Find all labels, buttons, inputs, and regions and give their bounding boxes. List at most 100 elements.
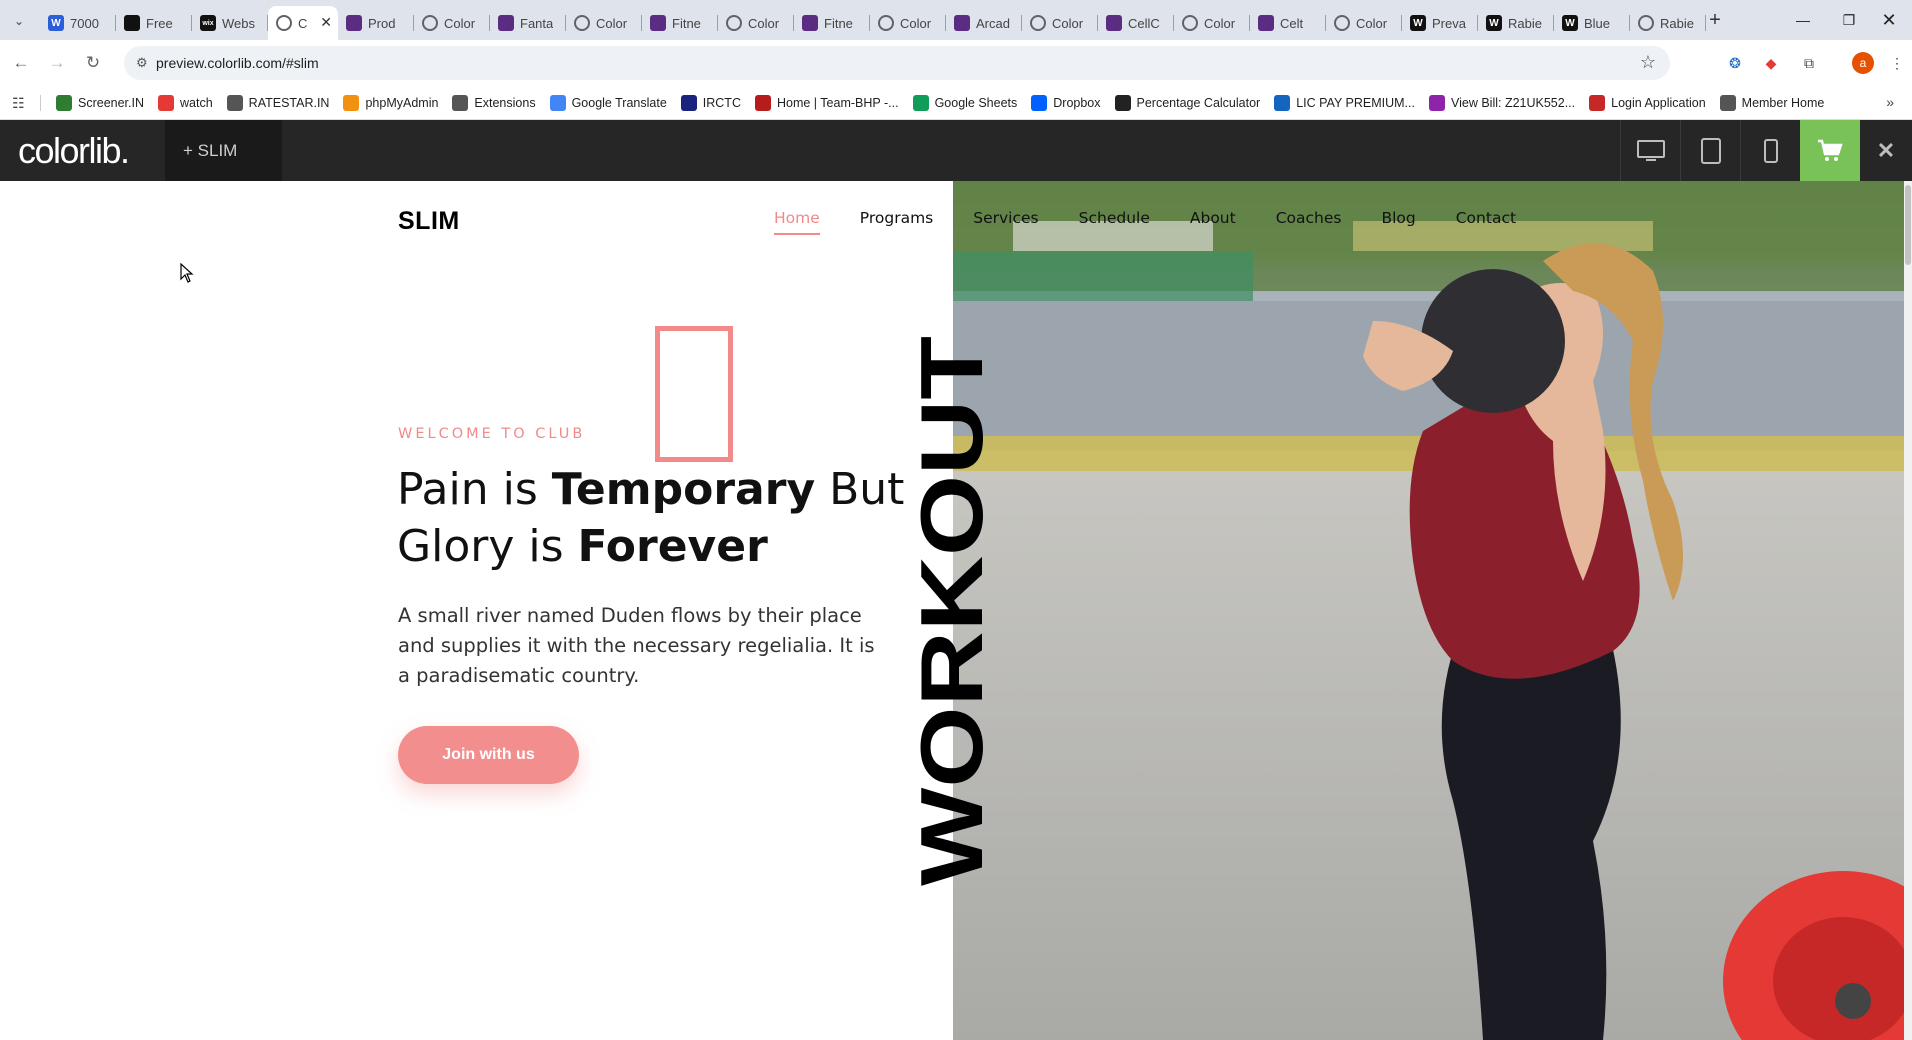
bookmark-star-icon[interactable]: ☆ — [1640, 52, 1656, 73]
address-bar[interactable]: ⚙ preview.colorlib.com/#slim ☆ — [124, 46, 1670, 80]
browser-tab[interactable]: Fitne — [642, 6, 718, 40]
new-tab-button[interactable]: + — [1703, 8, 1727, 32]
cart-icon[interactable] — [1800, 120, 1860, 181]
brave-shield-icon[interactable]: ◆ — [1760, 52, 1782, 74]
browser-tab[interactable]: Color — [1022, 6, 1098, 40]
browser-tab[interactable]: Fitne — [794, 6, 870, 40]
theme-selector[interactable]: + SLIM — [165, 120, 282, 181]
lic-icon — [1274, 95, 1291, 111]
nav-item-home[interactable]: Home — [774, 209, 820, 235]
bookmark-item[interactable]: Google Sheets — [912, 95, 1018, 111]
site-brand[interactable]: SLIM — [398, 207, 460, 236]
bookmark-item[interactable]: View Bill: Z21UK552... — [1428, 95, 1575, 111]
bookmark-item[interactable]: watch — [158, 95, 213, 111]
browser-tab[interactable]: Color — [1326, 6, 1402, 40]
tab-title: Celt — [1280, 15, 1304, 31]
close-preview-icon[interactable]: ✕ — [1860, 120, 1912, 181]
tab-search-button[interactable]: ⌄ — [8, 10, 30, 32]
minimize-button[interactable]: — — [1780, 0, 1826, 40]
tab-title: Preva — [1432, 15, 1466, 31]
browser-tab[interactable]: Arcad — [946, 6, 1022, 40]
bookmark-item[interactable]: IRCTC — [680, 95, 741, 111]
bill-icon — [1428, 95, 1445, 111]
headline-part-1: Pain is — [397, 464, 552, 515]
bookmark-label: Extensions — [474, 96, 536, 110]
nav-item-contact[interactable]: Contact — [1456, 209, 1516, 235]
mobile-view-icon[interactable] — [1740, 120, 1800, 181]
bookmark-item[interactable]: Dropbox — [1031, 95, 1101, 111]
browser-tab[interactable]: W 7000 — [40, 6, 116, 40]
tab-title: Color — [748, 15, 780, 31]
nav-item-programs[interactable]: Programs — [860, 209, 933, 235]
browser-tab[interactable]: Color — [718, 6, 794, 40]
url-text[interactable]: preview.colorlib.com/#slim — [156, 55, 319, 71]
browser-tab[interactable]: Color — [870, 6, 946, 40]
browser-tab[interactable]: C ✕ — [268, 6, 338, 40]
bookmark-label: Google Sheets — [934, 96, 1018, 110]
forward-button[interactable]: → — [44, 50, 70, 76]
browser-tab[interactable]: Color — [1174, 6, 1250, 40]
svg-text:WORKOUT: WORKOUT — [912, 336, 994, 886]
bookmark-label: Login Application — [1611, 96, 1706, 110]
nav-item-blog[interactable]: Blog — [1381, 209, 1415, 235]
scrollbar-thumb[interactable] — [1905, 185, 1911, 265]
colorlib-logo[interactable]: colorlib. — [18, 130, 130, 172]
bookmark-label: watch — [180, 96, 213, 110]
browser-tab[interactable]: W Blue — [1554, 6, 1630, 40]
back-button[interactable]: ← — [8, 50, 34, 76]
login-icon — [1589, 95, 1606, 111]
close-tab-icon[interactable]: ✕ — [320, 14, 332, 31]
bookmark-item[interactable]: phpMyAdmin — [343, 95, 438, 111]
tab-title: Blue — [1584, 15, 1611, 31]
bookmark-item[interactable]: Google Translate — [549, 95, 667, 111]
reload-button[interactable]: ↻ — [80, 50, 106, 76]
extension-icon[interactable]: ❂ — [1724, 52, 1746, 74]
bookmark-item[interactable]: Percentage Calculator — [1114, 95, 1260, 111]
bookmark-item[interactable]: Member Home — [1719, 95, 1825, 111]
colorlib-icon — [1106, 15, 1122, 31]
profile-avatar[interactable]: a — [1852, 52, 1874, 74]
welcome-label: WELCOME TO CLUB — [398, 426, 586, 442]
tab-title: 7000 — [70, 15, 99, 31]
bookmark-item[interactable]: Home | Team-BHP -... — [754, 95, 899, 111]
tablet-view-icon[interactable] — [1680, 120, 1740, 181]
apps-grid-icon[interactable]: ☷ — [12, 95, 25, 112]
join-button[interactable]: Join with us — [398, 726, 579, 784]
wikipedia-icon: W — [1486, 15, 1502, 31]
nav-item-about[interactable]: About — [1190, 209, 1236, 235]
browser-tab[interactable]: Color — [414, 6, 490, 40]
bookmarks-bar: ☷ Screener.IN watch RATESTAR.IN phpMyAdmin E… — [0, 86, 1912, 120]
browser-tab[interactable]: W Preva — [1402, 6, 1478, 40]
browser-tab[interactable]: Color — [566, 6, 642, 40]
browser-tab[interactable]: Rabie — [1630, 6, 1706, 40]
browser-menu-icon[interactable]: ⋮ — [1886, 52, 1908, 74]
desktop-view-icon[interactable] — [1620, 120, 1680, 181]
browser-tab[interactable]: Fanta — [490, 6, 566, 40]
nav-item-schedule[interactable]: Schedule — [1079, 209, 1150, 235]
bookmark-label: IRCTC — [702, 96, 741, 110]
bookmark-label: Member Home — [1741, 96, 1825, 110]
tab-title: Color — [596, 15, 628, 31]
browser-tab[interactable]: Celt — [1250, 6, 1326, 40]
extensions-puzzle-icon[interactable]: ⧉ — [1798, 52, 1820, 74]
browser-tab[interactable]: Free — [116, 6, 192, 40]
browser-tab[interactable]: CellC — [1098, 6, 1174, 40]
bookmark-item[interactable]: LIC PAY PREMIUM... — [1274, 95, 1415, 111]
bookmark-item[interactable]: Login Application — [1589, 95, 1706, 111]
close-window-button[interactable]: ✕ — [1866, 0, 1912, 40]
headline-bold-1: Temporary — [551, 464, 816, 515]
tab-title: Fanta — [520, 15, 554, 31]
bookmark-item[interactable]: Extensions — [452, 95, 536, 111]
browser-tab[interactable]: Prod — [338, 6, 414, 40]
bookmark-item[interactable]: Screener.IN — [56, 95, 144, 111]
site-info-icon[interactable]: ⚙ — [136, 55, 152, 71]
browser-tab[interactable]: W Rabie — [1478, 6, 1554, 40]
nav-item-coaches[interactable]: Coaches — [1276, 209, 1342, 235]
nav-item-services[interactable]: Services — [973, 209, 1038, 235]
bookmark-item[interactable]: RATESTAR.IN — [226, 95, 329, 111]
more-bookmarks-icon[interactable]: » — [1886, 94, 1894, 110]
browser-tab[interactable]: wix Webs — [192, 6, 268, 40]
page-scrollbar[interactable] — [1904, 181, 1912, 1040]
tab-title: Fitne — [672, 15, 701, 31]
tab-title: Rabie — [1508, 15, 1542, 31]
